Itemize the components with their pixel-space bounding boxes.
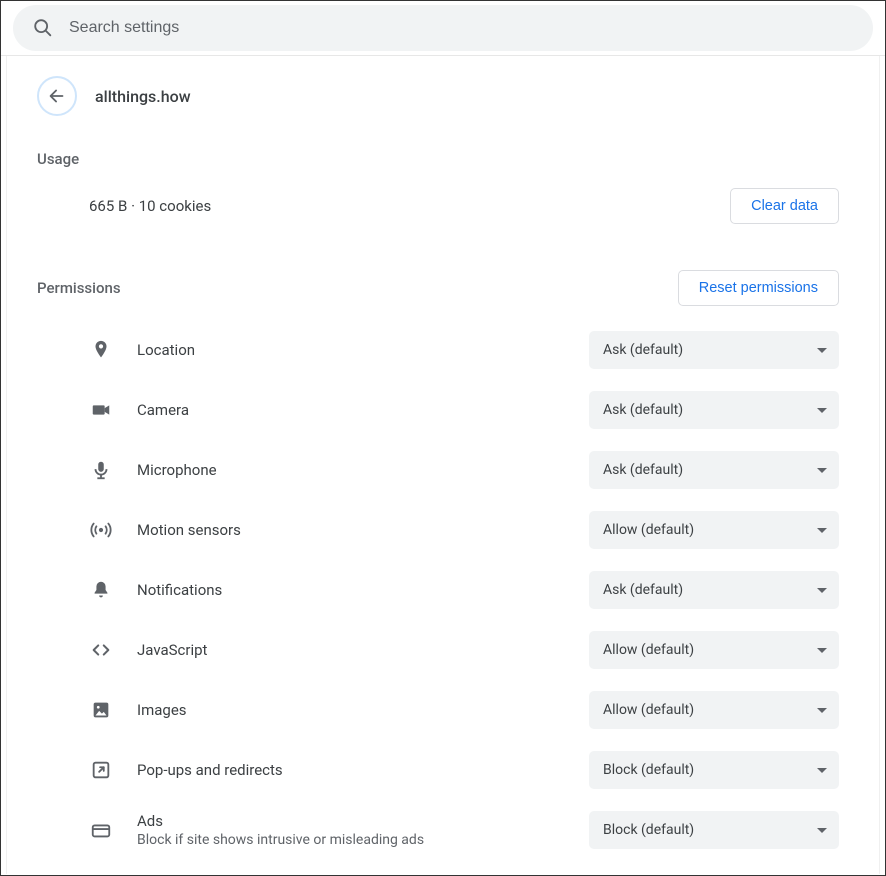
permission-select[interactable]: Ask (default) xyxy=(589,391,839,429)
permission-label: Notifications xyxy=(137,581,565,599)
permission-select[interactable]: Allow (default) xyxy=(589,631,839,669)
chevron-down-icon xyxy=(817,408,827,413)
chevron-down-icon xyxy=(817,828,827,833)
permission-select-value: Ask (default) xyxy=(603,342,683,358)
permissions-header-row: Permissions Reset permissions xyxy=(37,270,839,306)
permission-sublabel: Block if site shows intrusive or mislead… xyxy=(137,832,565,848)
permission-row: Images Allow (default) xyxy=(89,680,839,740)
arrow-left-icon xyxy=(46,85,68,107)
permission-select[interactable]: Ask (default) xyxy=(589,331,839,369)
permission-select-value: Allow (default) xyxy=(603,642,694,658)
reset-permissions-button[interactable]: Reset permissions xyxy=(678,270,839,306)
permission-select-value: Block (default) xyxy=(603,822,694,838)
permission-label: Microphone xyxy=(137,461,565,479)
permission-select[interactable]: Ask (default) xyxy=(589,571,839,609)
permission-label-area: Images xyxy=(137,701,565,719)
notifications-icon xyxy=(89,578,113,602)
permission-select[interactable]: Block (default) xyxy=(589,751,839,789)
permission-label: Camera xyxy=(137,401,565,419)
permission-label-area: Pop-ups and redirects xyxy=(137,761,565,779)
camera-icon xyxy=(89,398,113,422)
permissions-list: Location Ask (default) Camera Ask (default)… xyxy=(37,320,839,860)
site-settings-content: allthings.how Usage 665 B · 10 cookies C… xyxy=(6,56,880,874)
chevron-down-icon xyxy=(817,768,827,773)
permission-row: Camera Ask (default) xyxy=(89,380,839,440)
permission-label-area: Ads Block if site shows intrusive or misl… xyxy=(137,812,565,848)
search-bar-container xyxy=(1,1,885,56)
usage-summary: 665 B · 10 cookies xyxy=(89,197,211,215)
back-button[interactable] xyxy=(37,76,77,116)
permission-label-area: Location xyxy=(137,341,565,359)
images-icon xyxy=(89,698,113,722)
permission-row: Ads Block if site shows intrusive or misl… xyxy=(89,800,839,860)
permissions-heading: Permissions xyxy=(37,279,121,297)
page-header: allthings.how xyxy=(37,76,839,116)
permission-select[interactable]: Ask (default) xyxy=(589,451,839,489)
location-icon xyxy=(89,338,113,362)
permission-label-area: JavaScript xyxy=(137,641,565,659)
usage-heading: Usage xyxy=(37,150,839,168)
popups-icon xyxy=(89,758,113,782)
usage-row: 665 B · 10 cookies Clear data xyxy=(37,168,839,254)
page-title: allthings.how xyxy=(95,87,191,106)
permission-row: Location Ask (default) xyxy=(89,320,839,380)
chevron-down-icon xyxy=(817,648,827,653)
microphone-icon xyxy=(89,458,113,482)
chevron-down-icon xyxy=(817,708,827,713)
permission-label: Images xyxy=(137,701,565,719)
permission-select-value: Ask (default) xyxy=(603,582,683,598)
permission-label-area: Notifications xyxy=(137,581,565,599)
permission-row: Pop-ups and redirects Block (default) xyxy=(89,740,839,800)
permission-select[interactable]: Block (default) xyxy=(589,811,839,849)
permission-label-area: Motion sensors xyxy=(137,521,565,539)
chevron-down-icon xyxy=(817,528,827,533)
permission-label-area: Microphone xyxy=(137,461,565,479)
permission-label: JavaScript xyxy=(137,641,565,659)
permission-row: JavaScript Allow (default) xyxy=(89,620,839,680)
permission-label: Motion sensors xyxy=(137,521,565,539)
chevron-down-icon xyxy=(817,468,827,473)
permission-select-value: Block (default) xyxy=(603,762,694,778)
permission-select-value: Allow (default) xyxy=(603,522,694,538)
clear-data-button[interactable]: Clear data xyxy=(730,188,839,224)
permission-row: Motion sensors Allow (default) xyxy=(89,500,839,560)
chevron-down-icon xyxy=(817,588,827,593)
permission-row: Microphone Ask (default) xyxy=(89,440,839,500)
search-input[interactable] xyxy=(69,19,855,37)
permission-select[interactable]: Allow (default) xyxy=(589,511,839,549)
ads-icon xyxy=(89,818,113,842)
permission-select[interactable]: Allow (default) xyxy=(589,691,839,729)
javascript-icon xyxy=(89,638,113,662)
permission-row: Notifications Ask (default) xyxy=(89,560,839,620)
permission-label: Ads xyxy=(137,812,565,830)
search-bar[interactable] xyxy=(13,5,873,51)
permission-select-value: Allow (default) xyxy=(603,702,694,718)
permission-label: Pop-ups and redirects xyxy=(137,761,565,779)
chevron-down-icon xyxy=(817,348,827,353)
permission-select-value: Ask (default) xyxy=(603,462,683,478)
motion-sensors-icon xyxy=(89,518,113,542)
permission-label-area: Camera xyxy=(137,401,565,419)
permission-label: Location xyxy=(137,341,565,359)
permission-select-value: Ask (default) xyxy=(603,402,683,418)
search-icon xyxy=(31,16,55,40)
